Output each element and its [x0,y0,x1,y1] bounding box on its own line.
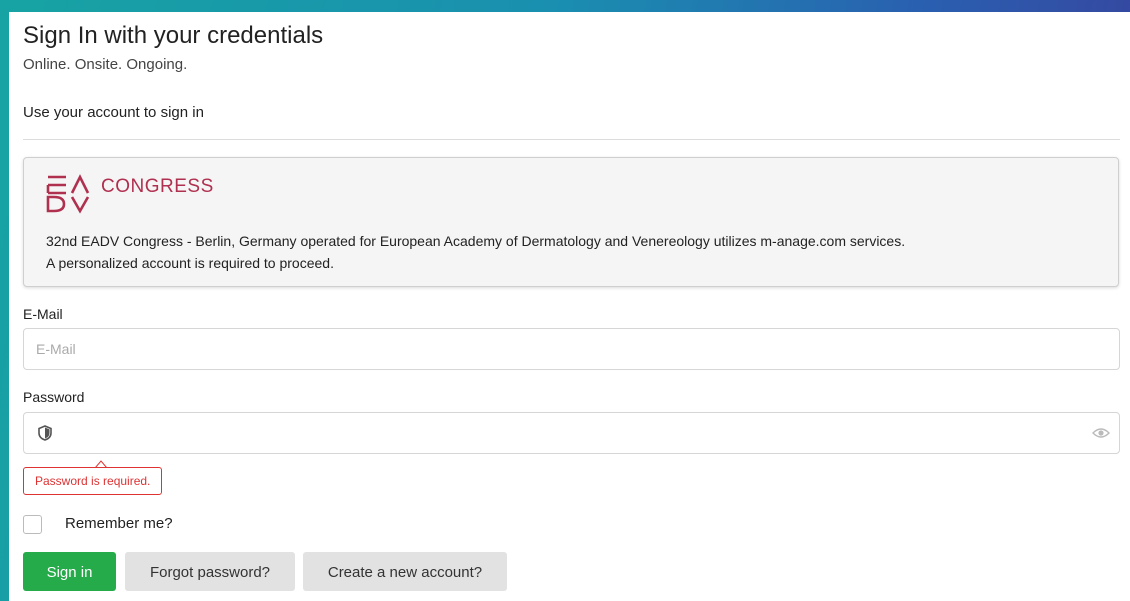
sign-in-button[interactable]: Sign in [23,552,116,591]
logo-text: CONGRESS [101,176,214,197]
event-description: 32nd EADV Congress - Berlin, Germany ope… [46,230,1106,274]
forgot-password-button[interactable]: Forgot password? [125,552,295,591]
email-label: E-Mail [23,306,63,322]
event-description-line: 32nd EADV Congress - Berlin, Germany ope… [46,233,906,249]
shield-icon [38,425,52,441]
page-title: Sign In with your credentials [23,22,324,49]
remember-me-checkbox[interactable] [23,515,42,534]
eadv-logo-mark [46,174,90,214]
email-field[interactable] [23,328,1120,370]
password-label: Password [23,389,85,405]
remember-me-label[interactable]: Remember me? [65,515,173,532]
sign-in-lead-text: Use your account to sign in [23,104,204,121]
divider [23,139,1120,140]
create-account-button[interactable]: Create a new account? [303,552,507,591]
password-field[interactable] [23,412,1120,454]
event-description-line: A personalized account is required to pr… [46,255,334,271]
show-password-icon[interactable] [1092,426,1110,440]
password-field-wrapper [23,412,1120,454]
sign-in-panel: Sign In with your credentials Online. On… [9,12,1130,601]
event-info-box: CONGRESS 32nd EADV Congress - Berlin, Ge… [23,157,1119,287]
page-subtitle: Online. Onsite. Ongoing. [23,56,188,73]
password-error-message: Password is required. [23,467,163,495]
